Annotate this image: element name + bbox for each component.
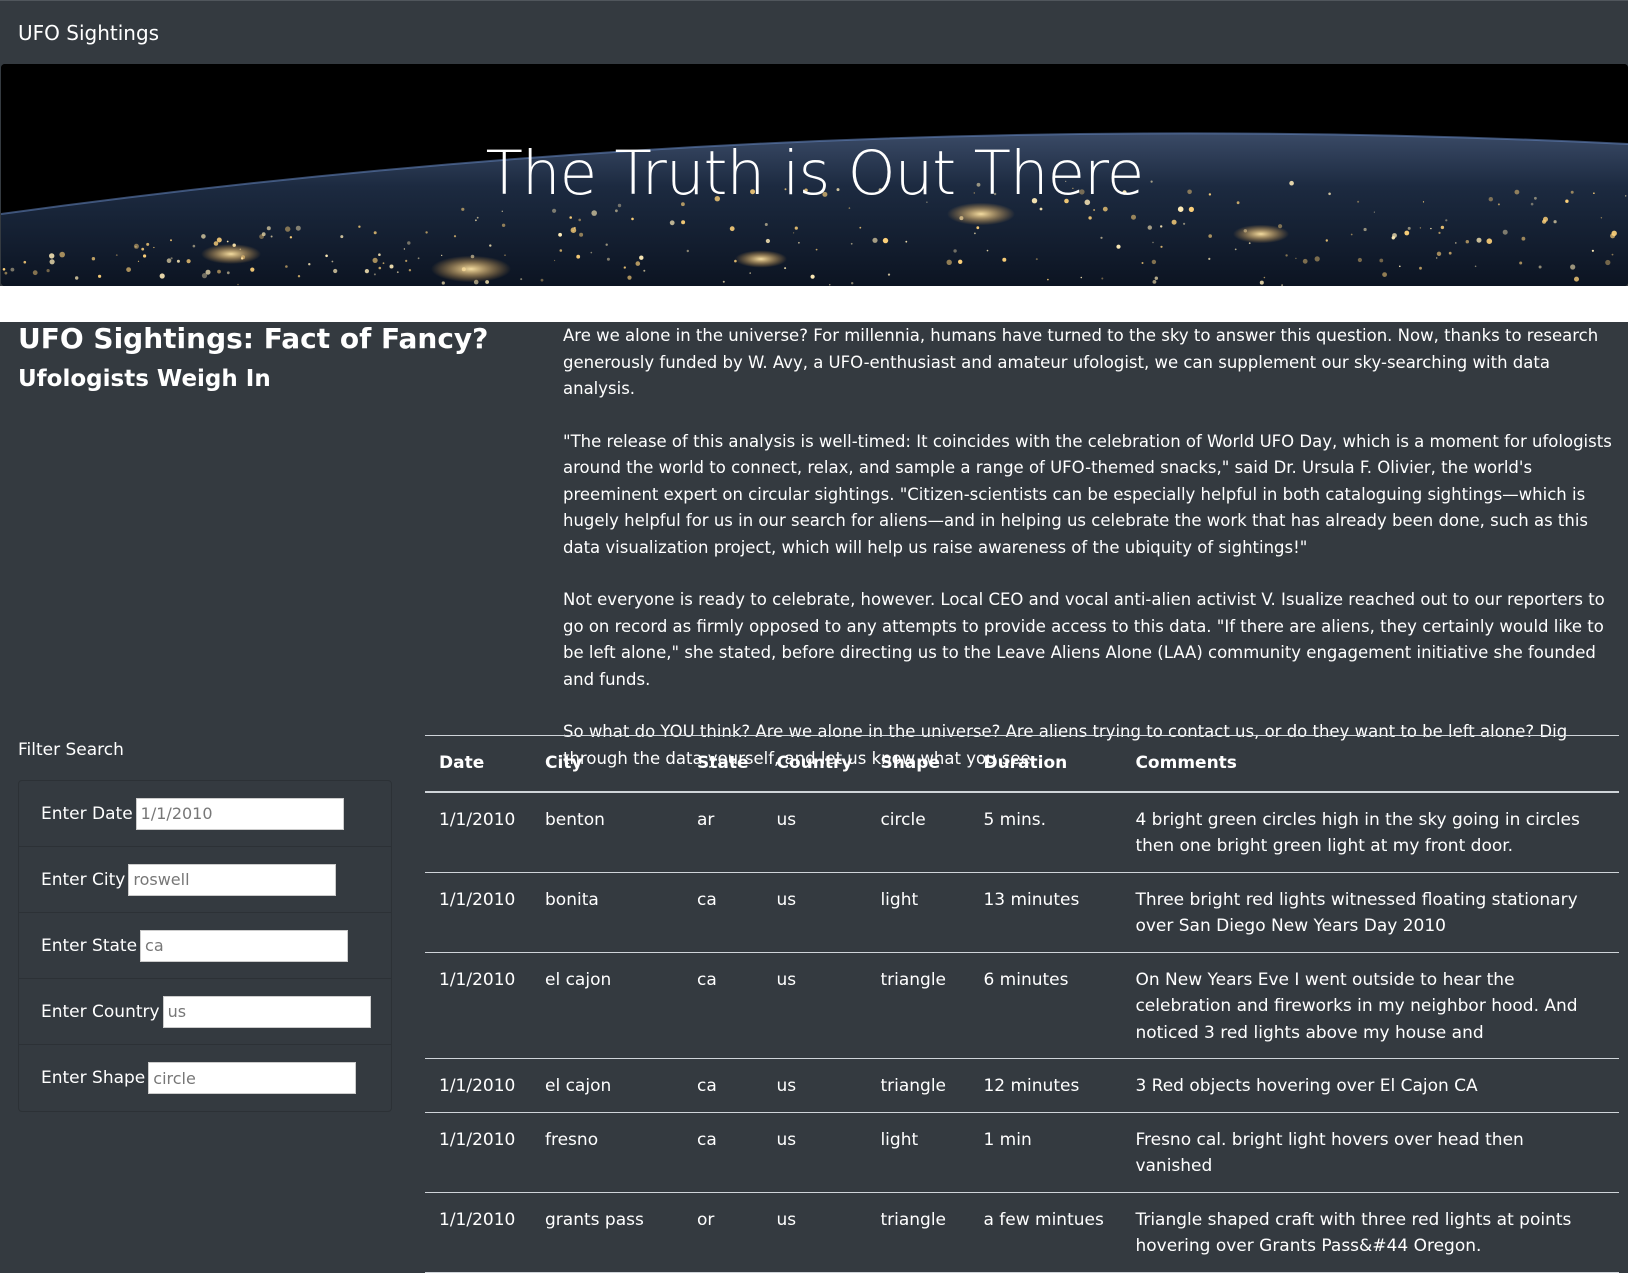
- cell-city: el cajon: [531, 952, 683, 1059]
- cell-state: ca: [683, 872, 763, 953]
- country-input[interactable]: [162, 995, 371, 1028]
- column-header-shape: Shape: [866, 735, 970, 793]
- cell-duration: 12 minutes: [969, 1058, 1122, 1113]
- state-input[interactable]: [140, 929, 349, 962]
- cell-state: ca: [683, 952, 763, 1059]
- cell-comments: 3 Red objects hovering over El Cajon CA: [1121, 1058, 1619, 1113]
- filter-city-label: Enter City: [41, 869, 126, 890]
- column-header-duration: Duration: [969, 735, 1122, 793]
- article-paragraph: Are we alone in the universe? For millen…: [563, 326, 1599, 398]
- article-paragraph: Not everyone is ready to celebrate, howe…: [563, 590, 1605, 689]
- cell-country: us: [762, 1058, 867, 1113]
- hero-title: The Truth is Out There: [485, 138, 1145, 209]
- filter-date-label: Enter Date: [41, 803, 133, 824]
- article-paragraph: "The release of this analysis is well-ti…: [563, 431, 1612, 557]
- navbar-brand[interactable]: UFO Sightings: [18, 21, 159, 45]
- table-header-row: Date City State Country Shape Duration C…: [425, 735, 1619, 793]
- table-row: 1/1/2010 bonita ca us light 13 minutes Three b…: [425, 872, 1619, 953]
- cell-state: or: [683, 1192, 763, 1273]
- cell-date: 1/1/2010: [425, 1192, 531, 1273]
- cell-shape: circle: [866, 791, 970, 873]
- ufo-table: Date City State Country Shape Duration C…: [425, 735, 1619, 1273]
- cell-state: ca: [683, 1058, 763, 1113]
- date-input[interactable]: [135, 797, 344, 830]
- cell-comments: Triangle shaped craft with three red lig…: [1121, 1192, 1619, 1273]
- cell-shape: triangle: [866, 1058, 970, 1113]
- filter-country-label: Enter Country: [41, 1001, 160, 1022]
- cell-duration: a few mintues: [969, 1192, 1122, 1273]
- table-row: 1/1/2010 el cajon ca us triangle 12 minutes 3 …: [425, 1058, 1619, 1113]
- city-input[interactable]: [128, 863, 337, 896]
- cell-country: us: [762, 952, 867, 1059]
- cell-comments: Three bright red lights witnessed floati…: [1121, 872, 1619, 953]
- cell-date: 1/1/2010: [425, 791, 531, 873]
- cell-duration: 5 mins.: [969, 791, 1122, 873]
- cell-comments: 4 bright green circles high in the sky g…: [1121, 791, 1619, 873]
- cell-duration: 6 minutes: [969, 952, 1122, 1059]
- cell-comments: On New Years Eve I went outside to hear …: [1121, 952, 1619, 1059]
- filter-city: Enter City: [19, 847, 391, 913]
- cell-country: us: [762, 1192, 867, 1273]
- shape-input[interactable]: [148, 1062, 357, 1094]
- column-header-country: Country: [762, 735, 867, 793]
- column-header-state: State: [683, 735, 763, 793]
- filter-country: Enter Country: [19, 979, 391, 1045]
- article-subhead: Ufologists Weigh In: [18, 366, 271, 392]
- cell-city: fresno: [531, 1112, 683, 1193]
- cell-state: ar: [683, 791, 763, 873]
- cell-shape: triangle: [866, 952, 970, 1059]
- cell-shape: triangle: [866, 1192, 970, 1273]
- cell-duration: 13 minutes: [969, 872, 1122, 953]
- cell-city: benton: [531, 791, 683, 873]
- filter-state: Enter State: [19, 913, 391, 979]
- filter-date: Enter Date: [19, 781, 391, 847]
- filter-search-title: Filter Search: [18, 740, 124, 760]
- column-header-date: Date: [425, 735, 531, 793]
- hero-banner: The Truth is Out There: [1, 64, 1628, 286]
- column-header-comments: Comments: [1121, 735, 1619, 793]
- cell-date: 1/1/2010: [425, 1058, 531, 1113]
- cell-comments: Fresno cal. bright light hovers over hea…: [1121, 1112, 1619, 1193]
- column-header-city: City: [531, 735, 683, 793]
- table-row: 1/1/2010 grants pass or us triangle a few min…: [425, 1192, 1619, 1273]
- cell-state: ca: [683, 1112, 763, 1193]
- cell-city: el cajon: [531, 1058, 683, 1113]
- table-row: 1/1/2010 benton ar us circle 5 mins. 4 bright …: [425, 791, 1619, 873]
- cell-country: us: [762, 791, 867, 873]
- cell-duration: 1 min: [969, 1112, 1122, 1193]
- table-row: 1/1/2010 el cajon ca us triangle 6 minutes On …: [425, 952, 1619, 1059]
- cell-country: us: [762, 872, 867, 953]
- article-headline: UFO Sightings: Fact of Fancy?: [18, 322, 489, 355]
- table-row: 1/1/2010 fresno ca us light 1 min Fresno cal. …: [425, 1112, 1619, 1193]
- cell-city: grants pass: [531, 1192, 683, 1273]
- cell-date: 1/1/2010: [425, 952, 531, 1059]
- filter-shape-label: Enter Shape: [41, 1068, 146, 1088]
- navbar: UFO Sightings: [0, 0, 1628, 64]
- filter-shape: Enter Shape: [19, 1045, 391, 1111]
- article-body: Are we alone in the universe? For millen…: [563, 323, 1618, 798]
- cell-shape: light: [866, 872, 970, 953]
- filter-list: Enter Date Enter City Enter State Enter …: [18, 780, 392, 1112]
- filter-state-label: Enter State: [41, 935, 138, 956]
- cell-shape: light: [866, 1112, 970, 1193]
- cell-date: 1/1/2010: [425, 1112, 531, 1193]
- cell-date: 1/1/2010: [425, 872, 531, 953]
- cell-city: bonita: [531, 872, 683, 953]
- cell-country: us: [762, 1112, 867, 1193]
- banner-spacer: [0, 286, 1628, 322]
